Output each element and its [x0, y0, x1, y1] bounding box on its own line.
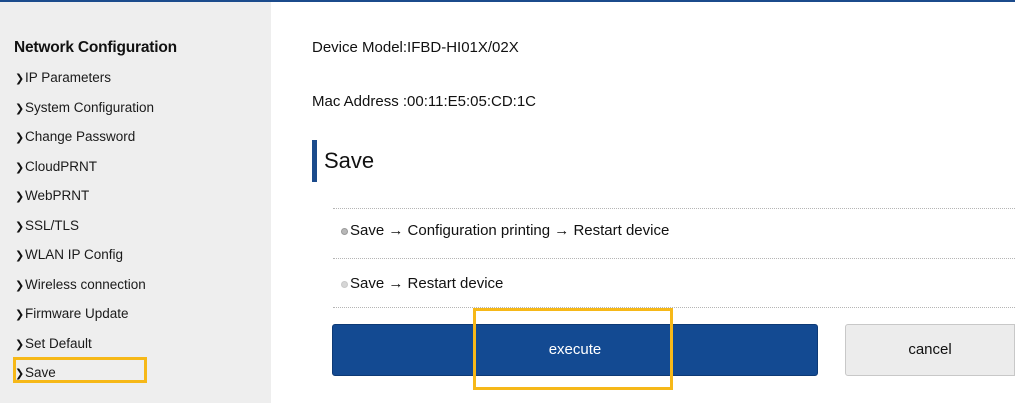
sidebar-item-cloudprnt[interactable]: ❯CloudPRNT: [15, 157, 154, 187]
divider: [333, 258, 1015, 259]
sidebar-item-webprnt[interactable]: ❯WebPRNT: [15, 186, 154, 216]
option-label: Save → Restart device: [350, 275, 504, 292]
cancel-button[interactable]: cancel: [845, 324, 1015, 376]
sidebar-item-label: Set Default: [25, 335, 92, 351]
chevron-right-icon: ❯: [15, 191, 25, 203]
divider: [333, 307, 1015, 308]
chevron-right-icon: ❯: [15, 132, 25, 144]
sidebar-item-label: CloudPRNT: [25, 158, 98, 174]
section-title: Save: [324, 148, 375, 173]
sidebar-item-label: System Configuration: [25, 99, 155, 115]
sidebar-item-ssl-tls[interactable]: ❯SSL/TLS: [15, 216, 154, 246]
chevron-right-icon: ❯: [15, 102, 25, 115]
save-highlight-box: [13, 357, 147, 383]
chevron-right-icon: ❯: [15, 250, 25, 262]
execute-highlight-box: [473, 308, 673, 390]
main-content: Device Model:IFBD-HI01X/02X Mac Address …: [271, 2, 1015, 403]
sidebar-item-firmware-update[interactable]: ❯Firmware Update: [15, 304, 154, 334]
sidebar-item-change-password[interactable]: ❯Change Password: [15, 127, 154, 157]
sidebar-item-label: Firmware Update: [25, 306, 129, 321]
sidebar-item-wlan-ip-config[interactable]: ❯WLAN IP Config: [15, 245, 154, 275]
chevron-right-icon: ❯: [15, 279, 25, 292]
divider: [333, 208, 1015, 209]
sidebar-title: Network Configuration: [14, 39, 177, 56]
device-model: Device Model:IFBD-HI01X/02X: [312, 39, 519, 56]
sidebar: Network Configuration ❯IP Parameters ❯Sy…: [0, 2, 271, 403]
sidebar-nav: ❯IP Parameters ❯System Configuration ❯Ch…: [15, 68, 154, 393]
sidebar-item-label: WebPRNT: [25, 188, 90, 203]
radio-selected-icon[interactable]: [341, 227, 348, 235]
chevron-right-icon: ❯: [15, 220, 25, 233]
sidebar-item-wireless-connection[interactable]: ❯Wireless connection: [15, 275, 154, 305]
sidebar-item-label: Wireless connection: [25, 276, 146, 292]
sidebar-item-label: Change Password: [25, 129, 136, 144]
sidebar-item-label: SSL/TLS: [25, 217, 80, 233]
option-save-print-restart[interactable]: Save → Configuration printing → Restart …: [341, 222, 669, 239]
option-label: Save → Configuration printing → Restart …: [350, 222, 670, 239]
section-accent-bar: [312, 140, 317, 182]
option-save-restart[interactable]: Save → Restart device: [341, 275, 503, 292]
radio-unselected-icon[interactable]: [341, 280, 348, 288]
sidebar-item-ip-parameters[interactable]: ❯IP Parameters: [15, 68, 154, 98]
sidebar-item-system-configuration[interactable]: ❯System Configuration: [15, 98, 154, 128]
chevron-right-icon: ❯: [15, 73, 25, 85]
chevron-right-icon: ❯: [15, 338, 25, 351]
mac-address: Mac Address :00:11:E5:05:CD:1C: [312, 93, 537, 110]
sidebar-item-label: WLAN IP Config: [25, 247, 124, 262]
chevron-right-icon: ❯: [15, 309, 25, 321]
chevron-right-icon: ❯: [15, 161, 25, 174]
sidebar-item-label: IP Parameters: [25, 70, 112, 85]
